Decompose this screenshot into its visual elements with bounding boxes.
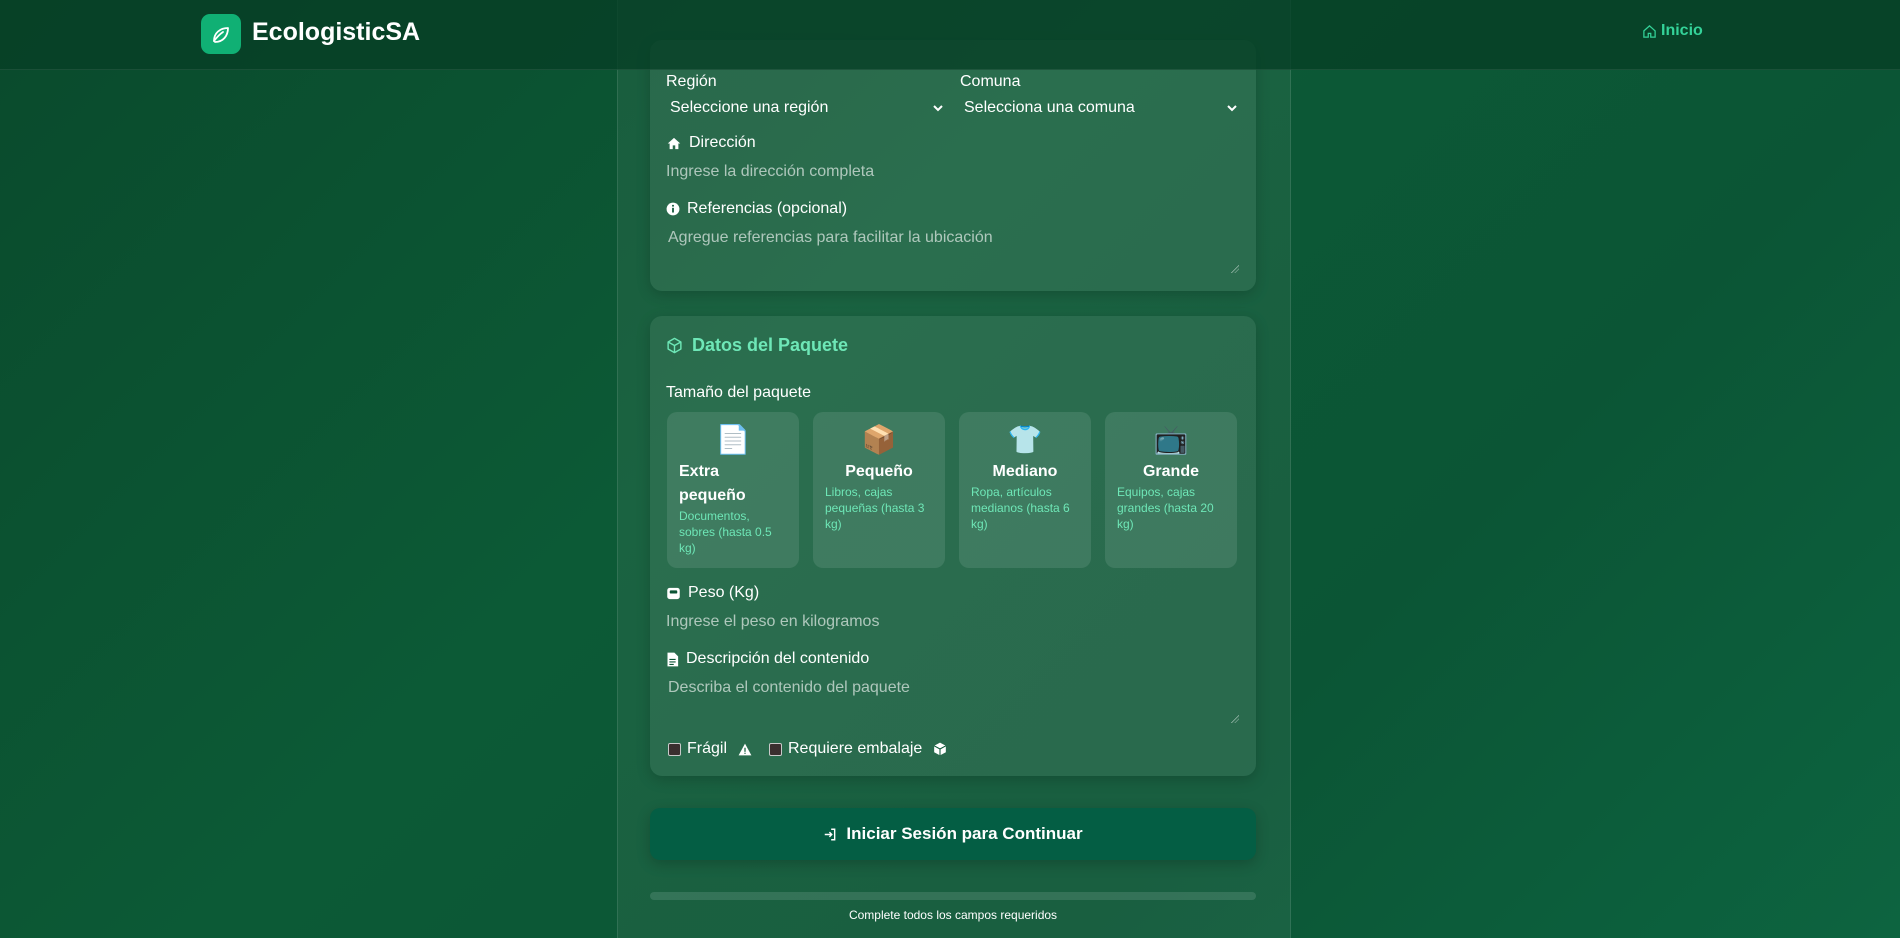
- comuna-select[interactable]: Selecciona una comuna: [964, 99, 1238, 117]
- descripcion-label-text: Descripción del contenido: [686, 650, 870, 667]
- package-icon: 📦: [861, 424, 897, 455]
- embalaje-label-text: Requiere embalaje: [788, 740, 923, 757]
- size-name: Grande: [1142, 463, 1199, 480]
- sign-in-icon: [825, 828, 836, 840]
- leaf-logo-icon[interactable]: [201, 14, 241, 54]
- chevron-down-icon: [1227, 105, 1237, 112]
- size-desc: Ropa, artículos medianos (hasta 6 kg): [971, 485, 1070, 531]
- referencias-textarea[interactable]: Agregue referencias para facilitar la ub…: [668, 229, 993, 247]
- embalaje-label[interactable]: Requiere embalaje: [788, 740, 947, 758]
- login-continue-button[interactable]: Iniciar Sesión para Continuar: [650, 808, 1256, 860]
- peso-input[interactable]: Ingrese el peso en kilogramos: [666, 613, 879, 631]
- tv-icon: 📺: [1153, 424, 1189, 455]
- inicio-label: Inicio: [1661, 22, 1703, 39]
- size-option-pequeno[interactable]: 📦 Pequeño Libros, cajas pequeñas (hasta …: [813, 412, 945, 568]
- descripcion-textarea[interactable]: Describa el contenido del paquete: [668, 679, 910, 697]
- cube-icon: [667, 337, 682, 354]
- file-icon: [667, 652, 679, 666]
- document-icon: 📄: [715, 424, 751, 455]
- direccion-input[interactable]: Ingrese la dirección completa: [666, 163, 874, 181]
- info-icon: [666, 202, 680, 216]
- size-option-mediano[interactable]: 👕 Mediano Ropa, artículos medianos (hast…: [959, 412, 1091, 568]
- embalaje-checkbox[interactable]: [769, 743, 782, 756]
- login-continue-label: Iniciar Sesión para Continuar: [846, 824, 1083, 843]
- warning-icon: [738, 743, 752, 755]
- comuna-value: Selecciona una comuna: [964, 99, 1135, 116]
- home-icon: [667, 137, 681, 149]
- footer-note: Complete todos los campos requeridos: [848, 908, 1058, 922]
- size-desc: Equipos, cajas grandes (hasta 20 kg): [1117, 485, 1214, 531]
- box-icon: [934, 742, 947, 756]
- package-section-title: Datos del Paquete: [666, 335, 848, 356]
- package-title-text: Datos del Paquete: [692, 335, 849, 355]
- size-name: Pequeño: [845, 463, 913, 480]
- size-option-extra-pequeno[interactable]: 📄 Extra pequeño Documentos, sobres (hast…: [667, 412, 799, 568]
- brand-name[interactable]: EcologisticSA: [252, 18, 420, 47]
- peso-label: Peso (Kg): [666, 584, 759, 602]
- fragil-checkbox[interactable]: [668, 743, 681, 756]
- size-name: Extra pequeño: [679, 463, 746, 504]
- referencias-label-text: Referencias (opcional): [687, 200, 848, 217]
- shirt-icon: 👕: [1007, 424, 1043, 455]
- weight-icon: [667, 587, 680, 599]
- peso-label-text: Peso (Kg): [688, 584, 760, 601]
- size-desc: Libros, cajas pequeñas (hasta 3 kg): [825, 485, 925, 531]
- fragil-label[interactable]: Frágil: [687, 740, 752, 758]
- referencias-label: Referencias (opcional): [666, 200, 847, 218]
- chevron-down-icon: [933, 105, 943, 112]
- home-icon: [1643, 24, 1656, 38]
- inicio-link[interactable]: Inicio: [1642, 22, 1703, 40]
- size-label: Tamaño del paquete: [666, 384, 811, 401]
- descripcion-label: Descripción del contenido: [666, 650, 869, 668]
- size-desc: Documentos, sobres (hasta 0.5 kg): [679, 509, 772, 555]
- resize-handle[interactable]: [1231, 265, 1239, 273]
- top-header: EcologisticSA Inicio: [0, 0, 1900, 70]
- region-label: Región: [666, 73, 717, 90]
- direccion-label: Dirección: [666, 134, 756, 152]
- progress-bar: [650, 892, 1256, 900]
- resize-handle[interactable]: [1231, 715, 1239, 723]
- comuna-label: Comuna: [960, 73, 1021, 90]
- size-option-grande[interactable]: 📺 Grande Equipos, cajas grandes (hasta 2…: [1105, 412, 1237, 568]
- direccion-label-text: Dirección: [689, 134, 756, 151]
- region-select[interactable]: Seleccione una región: [670, 99, 944, 117]
- size-name: Mediano: [992, 463, 1058, 480]
- region-value: Seleccione una región: [670, 99, 829, 116]
- fragil-label-text: Frágil: [687, 740, 728, 757]
